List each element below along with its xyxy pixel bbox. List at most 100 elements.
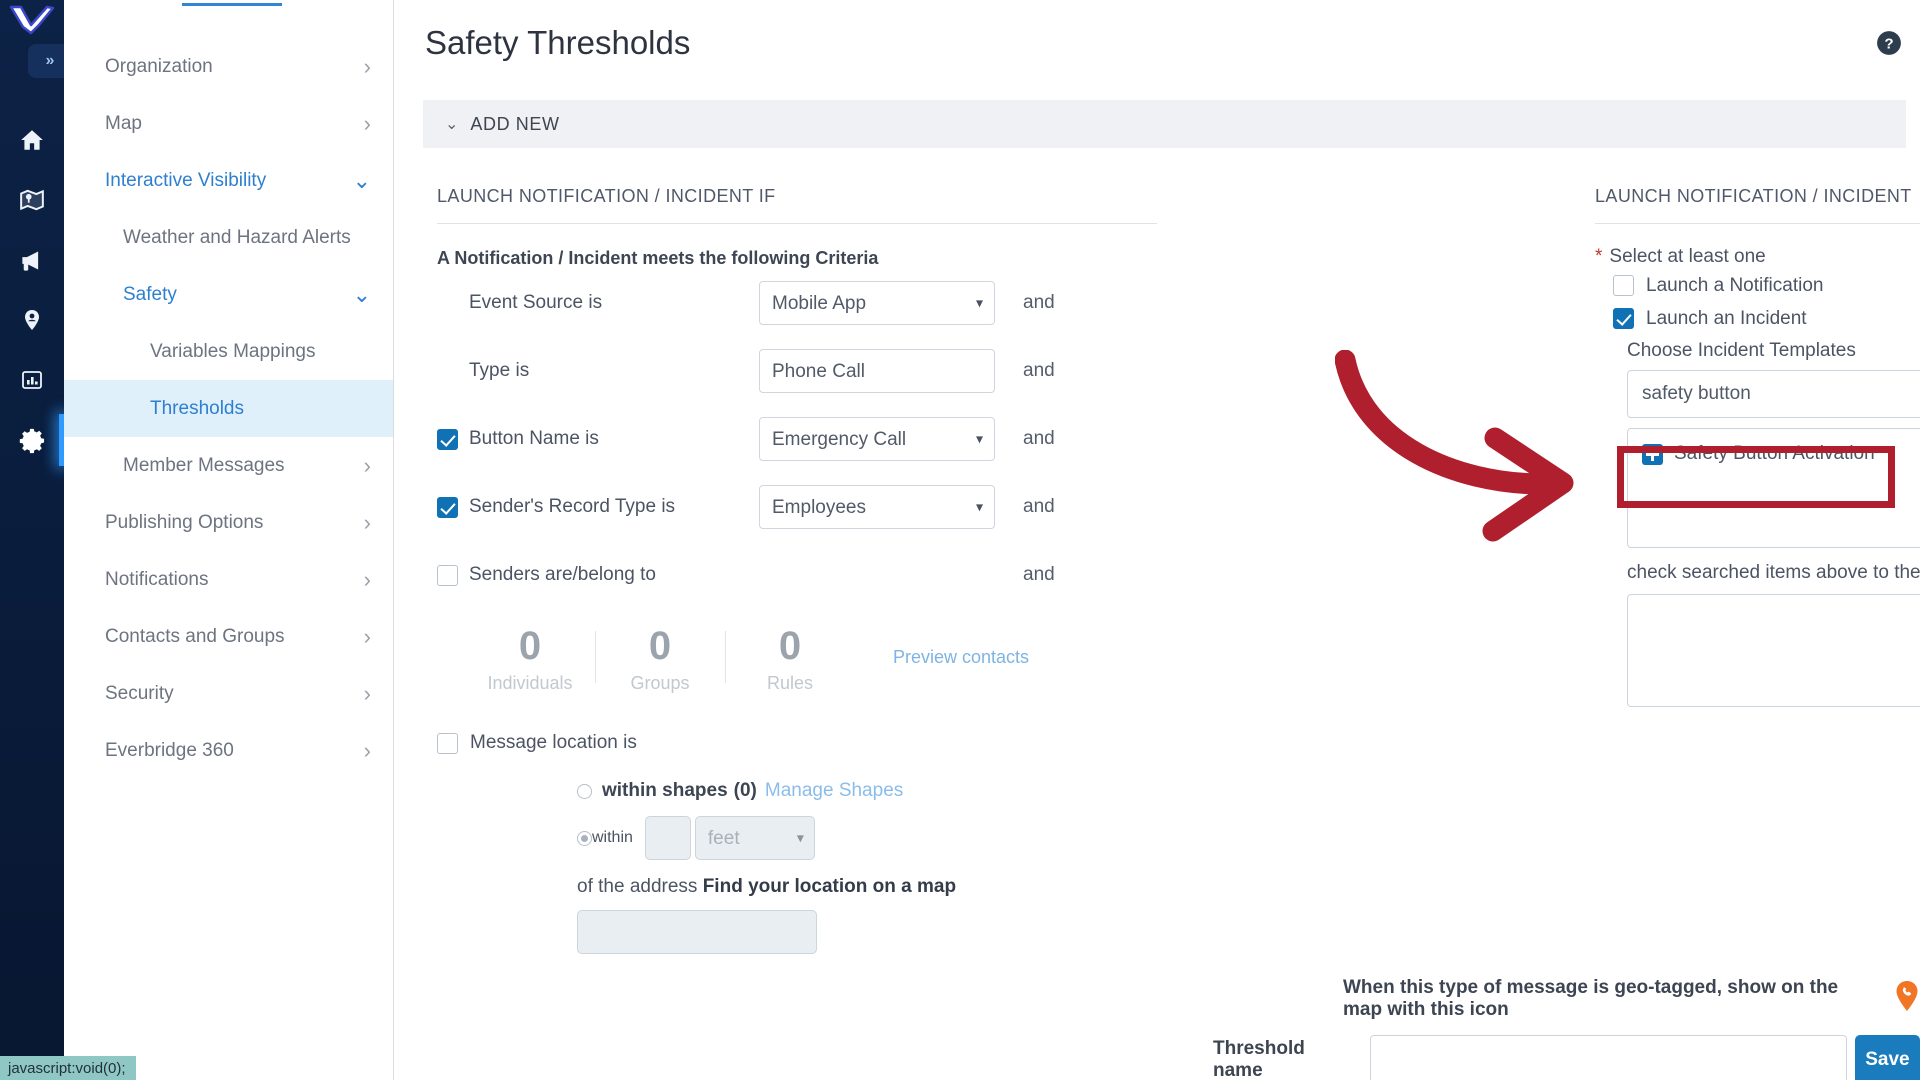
sidebar-item-everbridge-360[interactable]: Everbridge 360 › — [64, 722, 393, 779]
sidebar-nav: Organization › Map › Interactive Visibility ⌄… — [64, 0, 394, 1080]
message-location-row: Message location is — [437, 732, 1157, 754]
sidebar-item-variables-mappings[interactable]: Variables Mappings — [64, 323, 393, 380]
select-at-least-one-row: * Select at least one — [1595, 246, 1920, 268]
criteria-checkbox[interactable] — [437, 496, 458, 518]
counter-value: 0 — [518, 624, 542, 668]
criteria-checkbox[interactable] — [437, 428, 458, 450]
template-search-row — [1627, 370, 1920, 418]
template-search-input[interactable] — [1627, 370, 1920, 418]
criteria-label: Event Source is — [469, 292, 603, 313]
chevron-down-icon: ⌄ — [352, 281, 371, 307]
sidebar-item-member-messages[interactable]: Member Messages › — [64, 437, 393, 494]
sidebar-item-label: Weather and Hazard Alerts — [123, 226, 351, 248]
location-options: within shapes (0) Manage Shapes within f… — [577, 774, 1157, 954]
page-title: Safety Thresholds — [425, 24, 691, 61]
criteria-heading: A Notification / Incident meets the foll… — [437, 248, 879, 268]
contact-pin-icon[interactable] — [0, 290, 64, 350]
main-content: Safety Thresholds ? ⌄ ADD NEW LAUNCH NOT… — [395, 0, 1920, 1080]
sidebar-item-contacts-and-groups[interactable]: Contacts and Groups › — [64, 608, 393, 665]
geo-tag-text: When this type of message is geo-tagged,… — [1343, 977, 1839, 1020]
status-bar-text: javascript:void(0); — [8, 1060, 126, 1077]
chevron-right-icon: › — [363, 452, 371, 478]
counter-value: 0 — [648, 624, 672, 668]
and-label: and — [1023, 292, 1055, 313]
criteria-select[interactable]: Employees — [759, 485, 995, 529]
help-circle-icon[interactable]: ? — [1876, 30, 1902, 56]
threshold-save-row: Threshold name Save — [1213, 1035, 1920, 1080]
message-location-label: Message location is — [470, 732, 637, 753]
chevron-down-icon: ⌄ — [352, 167, 371, 193]
chevron-right-icon: › — [363, 53, 371, 79]
template-result-label: Safety Button Activation — [1674, 443, 1875, 464]
threshold-name-input[interactable] — [1369, 1035, 1847, 1080]
sidebar-item-notifications[interactable]: Notifications › — [64, 551, 393, 608]
home-icon[interactable] — [0, 110, 64, 170]
choose-templates-label: Choose Incident Templates — [1627, 340, 1856, 361]
launch-notification-row: Launch a Notification — [1613, 270, 1920, 301]
chevron-right-icon: › — [363, 110, 371, 136]
counter-label: Groups — [630, 673, 690, 693]
sidebar-item-security[interactable]: Security › — [64, 665, 393, 722]
sidebar-item-label: Security — [105, 682, 174, 704]
sidebar-item-thresholds[interactable]: Thresholds — [64, 380, 393, 437]
app-root: » Organization › Map › Interactive Visib… — [0, 0, 1920, 1080]
sidebar-item-interactive-visibility[interactable]: Interactive Visibility ⌄ — [64, 152, 393, 209]
address-input[interactable] — [577, 910, 817, 954]
everbridge-logo — [8, 0, 56, 40]
sidebar-item-weather-and-hazard-alerts[interactable]: Weather and Hazard Alerts — [64, 209, 393, 266]
megaphone-icon[interactable] — [0, 230, 64, 290]
criteria-checkbox[interactable] — [437, 564, 458, 586]
counter-groups: 0 Groups — [595, 625, 725, 694]
criteria-row: Type is Phone Call and — [437, 337, 1157, 405]
manage-shapes-link[interactable]: Manage Shapes — [765, 780, 903, 802]
chevron-down-icon: ⌄ — [445, 116, 459, 133]
select-at-least-one-label: Select at least one — [1609, 246, 1766, 267]
right-section-divider — [1595, 223, 1920, 224]
launch-notification-checkbox[interactable] — [1613, 275, 1634, 296]
within-distance-radio[interactable] — [577, 830, 592, 846]
within-shapes-label: within shapes — [602, 780, 728, 801]
save-button[interactable]: Save — [1854, 1035, 1920, 1080]
within-shapes-radio[interactable] — [577, 783, 592, 799]
sidebar-item-organization[interactable]: Organization › — [64, 38, 393, 95]
selected-templates-box[interactable] — [1627, 594, 1920, 707]
geo-tag-note: When this type of message is geo-tagged,… — [1343, 977, 1920, 1021]
map-icon[interactable] — [0, 170, 64, 230]
add-new-accordion[interactable]: ⌄ ADD NEW — [423, 100, 1906, 148]
reports-icon[interactable] — [0, 350, 64, 410]
template-results-box[interactable]: Safety Button Activation — [1627, 428, 1920, 548]
criteria-select-wrap: Employees ▾ — [759, 485, 995, 529]
left-section-title: LAUNCH NOTIFICATION / INCIDENT IF — [437, 186, 776, 206]
sidebar-item-label: Organization — [105, 55, 213, 77]
within-label: within — [592, 829, 633, 846]
find-location-link[interactable]: Find your location on a map — [703, 876, 956, 897]
preview-contacts-link[interactable]: Preview contacts — [893, 647, 1029, 668]
template-result-item[interactable]: Safety Button Activation — [1642, 443, 1920, 465]
required-asterisk: * — [1595, 246, 1603, 267]
sidebar-item-safety[interactable]: Safety ⌄ — [64, 266, 393, 323]
annotation-arrow — [1334, 349, 1605, 555]
address-line: of the address Find your location on a m… — [577, 876, 1157, 898]
gear-icon[interactable] — [0, 410, 64, 470]
rail-icon-list — [0, 110, 64, 470]
message-location-checkbox[interactable] — [437, 732, 458, 754]
criteria-label: Sender's Record Type is — [469, 496, 676, 517]
chevron-right-icon: › — [363, 737, 371, 763]
chevron-right-icon: › — [363, 509, 371, 535]
criteria-checkbox-wrap — [437, 496, 469, 518]
criteria-select[interactable]: Phone Call — [759, 349, 995, 393]
and-label: and — [1023, 496, 1055, 517]
sidebar-item-publishing-options[interactable]: Publishing Options › — [64, 494, 393, 551]
counter-value: 0 — [778, 624, 802, 668]
unit-select[interactable]: feet — [694, 816, 815, 860]
criteria-select[interactable]: Emergency Call — [759, 417, 995, 461]
criteria-select[interactable]: Mobile App — [759, 281, 995, 325]
criteria-checkbox-wrap — [437, 564, 469, 586]
within-distance-input[interactable] — [644, 816, 691, 860]
launch-incident-checkbox[interactable] — [1613, 308, 1634, 329]
counter-label: Individuals — [487, 673, 573, 693]
svg-text:?: ? — [1884, 35, 1893, 52]
sidebar-item-map[interactable]: Map › — [64, 95, 393, 152]
expand-sidebar-label: » — [45, 52, 55, 69]
and-label: and — [1023, 428, 1055, 449]
